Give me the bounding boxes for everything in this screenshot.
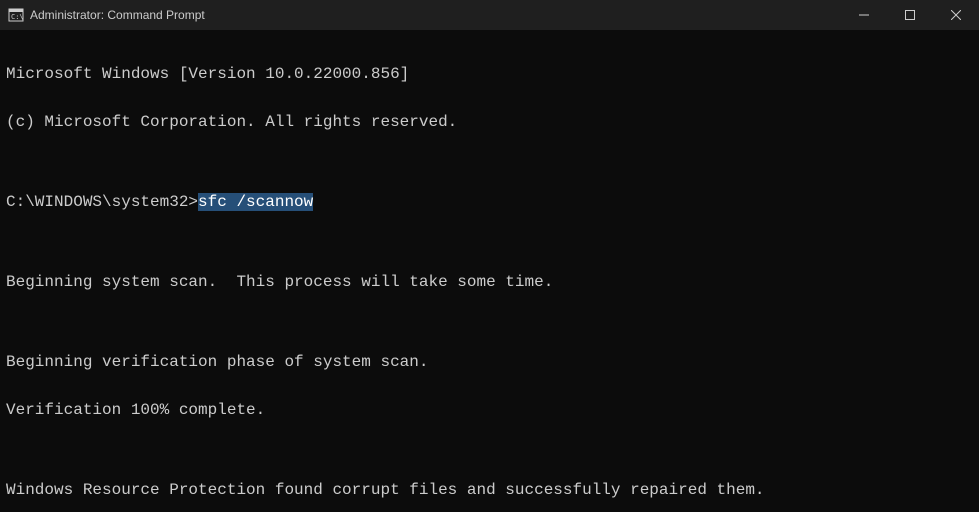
minimize-button[interactable] <box>841 0 887 30</box>
command-highlighted: sfc /scannow <box>198 193 313 211</box>
window-controls <box>841 0 979 30</box>
cmd-icon: C:\ <box>8 7 24 23</box>
svg-text:C:\: C:\ <box>11 13 24 21</box>
output-line: Microsoft Windows [Version 10.0.22000.85… <box>6 66 973 82</box>
command-prompt-window: C:\ Administrator: Command Prompt <box>0 0 979 512</box>
output-line: Beginning system scan. This process will… <box>6 274 973 290</box>
output-line: Windows Resource Protection found corrup… <box>6 482 973 498</box>
terminal-output[interactable]: Microsoft Windows [Version 10.0.22000.85… <box>0 30 979 512</box>
maximize-button[interactable] <box>887 0 933 30</box>
prompt-line: C:\WINDOWS\system32>sfc /scannow <box>6 194 973 210</box>
output-line: Beginning verification phase of system s… <box>6 354 973 370</box>
titlebar[interactable]: C:\ Administrator: Command Prompt <box>0 0 979 30</box>
prompt-prefix: C:\WINDOWS\system32> <box>6 193 198 211</box>
close-button[interactable] <box>933 0 979 30</box>
window-title: Administrator: Command Prompt <box>30 8 841 22</box>
output-line: Verification 100% complete. <box>6 402 973 418</box>
output-line: (c) Microsoft Corporation. All rights re… <box>6 114 973 130</box>
